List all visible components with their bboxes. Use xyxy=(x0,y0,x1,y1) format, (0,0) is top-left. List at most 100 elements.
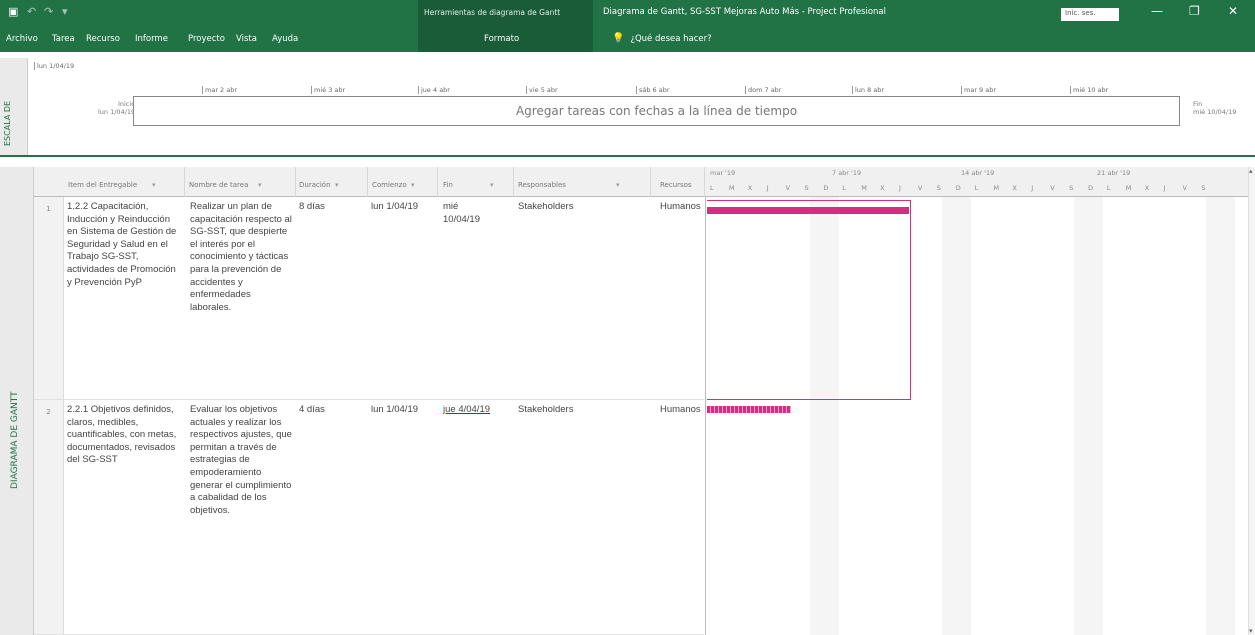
gantt-day-label: D xyxy=(1088,184,1094,192)
cell-resources[interactable]: Humanos xyxy=(660,201,704,214)
table-row[interactable]: 1 1.2.2 Capacitación, Inducción y Reindu… xyxy=(34,197,704,400)
gantt-day-label: X xyxy=(1144,184,1150,192)
cell-responsible[interactable]: Stakeholders xyxy=(518,404,628,417)
gantt-day-label: S xyxy=(1069,184,1074,192)
timeline-divider xyxy=(0,155,1255,157)
cell-start[interactable]: lun 1/04/19 xyxy=(371,404,439,417)
cell-end[interactable]: mié 10/04/19 xyxy=(443,201,487,226)
window-title: Diagrama de Gantt, SG-SST Mejoras Auto M… xyxy=(603,7,886,17)
tab-formato[interactable]: Formato xyxy=(418,26,593,52)
redo-icon[interactable]: ↷ xyxy=(44,5,53,18)
gantt-day-label: J xyxy=(1163,184,1166,192)
gantt-day-label: X xyxy=(880,184,885,192)
cell-task-name[interactable]: Evaluar los objetivos actuales y realiza… xyxy=(190,404,294,517)
cell-responsible[interactable]: Stakeholders xyxy=(518,201,628,214)
timeline-tick: jue 4 abr xyxy=(418,86,450,94)
column-header-resources[interactable]: Recursos xyxy=(660,181,692,189)
gantt-day-label: L xyxy=(710,184,714,192)
tab-recurso[interactable]: Recurso xyxy=(86,34,120,44)
gantt-day-label: V xyxy=(1050,184,1055,192)
cell-duration[interactable]: 8 días xyxy=(299,201,359,214)
gantt-week-label: 21 abr '19 xyxy=(1097,169,1131,177)
timeline-tick: mar 2 abr xyxy=(202,86,237,94)
tab-proyecto[interactable]: Proyecto xyxy=(188,34,225,44)
save-icon[interactable]: ▣ xyxy=(8,5,18,18)
gantt-day-label: X xyxy=(1012,184,1017,192)
timeline-side-text: ESCALA DE xyxy=(3,100,12,146)
timeline-first-date: lun 1/04/19 xyxy=(34,62,74,70)
signin-button[interactable]: Inic. ses. xyxy=(1061,8,1119,21)
gantt-week-label: mar '19 xyxy=(710,169,736,177)
timeline-tick: mié 10 abr xyxy=(1070,86,1108,94)
tab-vista[interactable]: Vista xyxy=(236,34,257,44)
gantt-day-label: S xyxy=(936,184,941,192)
timeline-pane: ESCALA DE lun 1/04/19 mar 2 abr mié 3 ab… xyxy=(0,58,1255,157)
gantt-day-label: M xyxy=(993,184,1000,192)
cell-duration[interactable]: 4 días xyxy=(299,404,359,417)
gantt-day-label: J xyxy=(766,184,769,192)
gantt-day-label: L xyxy=(1106,184,1111,192)
restore-button[interactable]: ❐ xyxy=(1189,4,1200,18)
tab-informe[interactable]: Informe xyxy=(135,34,168,44)
table-header: Item del Entregable ▾ Nombre de tarea ▾ … xyxy=(34,167,1248,197)
tab-tarea[interactable]: Tarea xyxy=(52,34,75,44)
task-link-outline xyxy=(707,200,911,400)
gantt-day-label: M xyxy=(861,184,867,192)
timeline-side-label: ESCALA DE xyxy=(0,58,28,156)
ribbon-tabs: Archivo Tarea Recurso Informe Proyecto V… xyxy=(0,26,1255,52)
column-header-end[interactable]: Fin xyxy=(443,181,453,189)
column-header-name[interactable]: Nombre de tarea xyxy=(189,181,248,189)
gantt-day-label: L xyxy=(974,184,979,192)
timeline-placeholder: Agregar tareas con fechas a la línea de … xyxy=(515,104,798,118)
timeline-tick: dom 7 abr xyxy=(745,86,781,94)
table-row[interactable]: 2 2.2.1 Objetivos definidos, claros, med… xyxy=(34,400,704,635)
vertical-scrollbar[interactable]: ▴ ▾ xyxy=(1248,167,1255,635)
row-number[interactable]: 2 xyxy=(34,400,64,634)
gantt-day-label: S xyxy=(1201,184,1206,192)
gantt-bar-task-1[interactable] xyxy=(707,207,909,214)
timeline-start: Inicio lun 1/04/19 xyxy=(98,100,135,116)
cell-start[interactable]: lun 1/04/19 xyxy=(371,201,439,214)
gantt-day-label: M xyxy=(1125,184,1132,192)
lightbulb-icon: 💡 xyxy=(612,33,625,44)
gantt-day-label: M xyxy=(728,184,735,192)
customize-icon[interactable]: ▾ xyxy=(62,5,68,18)
scroll-up-icon[interactable]: ▴ xyxy=(1249,167,1253,175)
timeline-end-date: mié 10/04/19 xyxy=(1193,108,1237,116)
tab-formato-label: Formato xyxy=(484,34,520,44)
task-table: 1 1.2.2 Capacitación, Inducción y Reindu… xyxy=(34,197,704,635)
weekend-shade xyxy=(1074,197,1103,635)
gantt-day-label: V xyxy=(917,184,923,192)
context-tools-label: Herramientas de diagrama de Gantt xyxy=(424,8,561,17)
timeline-start-label: Inicio xyxy=(117,100,136,108)
cell-end[interactable]: jue 4/04/19 xyxy=(443,404,515,417)
cell-item[interactable]: 2.2.1 Objetivos definidos, claros, medib… xyxy=(67,404,182,467)
timeline-start-date: lun 1/04/19 xyxy=(98,108,136,116)
gantt-day-label: J xyxy=(1031,184,1034,192)
cell-task-name[interactable]: Realizar un plan de capacitación respect… xyxy=(190,201,294,314)
scroll-down-icon[interactable]: ▾ xyxy=(1249,627,1253,635)
tab-ayuda[interactable]: Ayuda xyxy=(272,34,298,44)
column-header-start[interactable]: Comienzo xyxy=(372,181,407,189)
tab-archivo[interactable]: Archivo xyxy=(6,34,38,44)
row-number[interactable]: 1 xyxy=(34,197,64,399)
cell-item[interactable]: 1.2.2 Capacitación, Inducción y Reinducc… xyxy=(67,201,182,289)
gantt-side-label: DIAGRAMA DE GANTT xyxy=(0,167,34,635)
gantt-day-label: V xyxy=(785,184,791,192)
gantt-bar-task-2[interactable] xyxy=(707,406,791,413)
cell-resources[interactable]: Humanos xyxy=(660,404,704,417)
timeline-bar[interactable]: Agregar tareas con fechas a la línea de … xyxy=(133,96,1180,126)
column-header-duration[interactable]: Duración xyxy=(299,181,331,189)
weekend-shade xyxy=(942,197,971,635)
timeline-end: Fin mié 10/04/19 xyxy=(1193,100,1236,116)
gantt-day-label: V xyxy=(1182,184,1187,192)
minimize-button[interactable]: — xyxy=(1151,4,1163,18)
gantt-day-label: D xyxy=(823,184,829,192)
close-button[interactable]: ✕ xyxy=(1228,4,1238,18)
title-bar: ▣ ↶ ↷ ▾ Herramientas de diagrama de Gant… xyxy=(0,0,1255,52)
column-header-item[interactable]: Item del Entregable xyxy=(68,181,137,189)
gantt-side-text: DIAGRAMA DE GANTT xyxy=(10,391,20,489)
tellme-search[interactable]: 💡 ¿Qué desea hacer? xyxy=(612,33,712,44)
undo-icon[interactable]: ↶ xyxy=(27,5,36,18)
column-header-responsible[interactable]: Responsables xyxy=(518,181,566,189)
